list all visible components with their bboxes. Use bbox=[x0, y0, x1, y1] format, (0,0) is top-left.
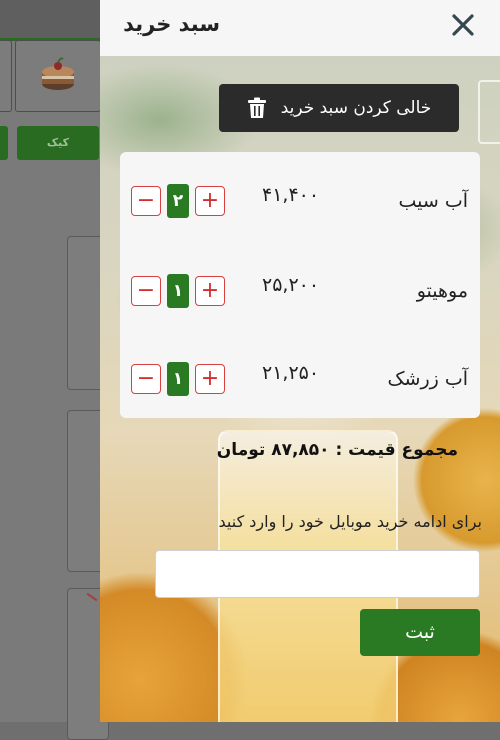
background-header bbox=[0, 0, 105, 41]
phone-prompt: برای ادامه خرید موبایل خود را وارد کنید bbox=[218, 512, 482, 531]
increase-quantity-button[interactable]: + bbox=[195, 364, 225, 394]
cart-items-card: آب سیب ۴۱,۴۰۰ − ۲ + موهیتو ۲۵,۲۰۰ − ۱ + … bbox=[120, 152, 480, 418]
cart-item-row: آب زرشک ۲۱,۲۵۰ − ۱ + bbox=[120, 362, 480, 402]
background-category-tile[interactable] bbox=[0, 40, 12, 112]
drawer-header: سبد خرید bbox=[100, 0, 500, 56]
background-category-chip[interactable] bbox=[0, 126, 8, 160]
close-icon[interactable] bbox=[450, 12, 476, 38]
item-price: ۴۱,۴۰۰ bbox=[262, 184, 320, 206]
item-price: ۲۵,۲۰۰ bbox=[262, 274, 320, 296]
mobile-number-input[interactable] bbox=[155, 550, 480, 598]
cart-title: سبد خرید bbox=[123, 12, 220, 36]
decrease-quantity-button[interactable]: − bbox=[131, 364, 161, 394]
increase-quantity-button[interactable]: + bbox=[195, 276, 225, 306]
item-name: موهیتو bbox=[416, 280, 468, 302]
background-category-chip[interactable]: کیک bbox=[17, 126, 99, 160]
glass-decoration bbox=[478, 80, 500, 144]
submit-button[interactable]: ثبت bbox=[360, 609, 480, 656]
increase-quantity-button[interactable]: + bbox=[195, 186, 225, 216]
cart-drawer: سبد خرید خالی کردن سبد خرید آب سیب ۴۱,۴۰… bbox=[100, 0, 500, 722]
cart-item-row: موهیتو ۲۵,۲۰۰ − ۱ + bbox=[120, 274, 480, 314]
item-price: ۲۱,۲۵۰ bbox=[262, 362, 320, 384]
decrease-quantity-button[interactable]: − bbox=[131, 186, 161, 216]
quantity-badge: ۱ bbox=[167, 274, 189, 308]
cake-icon bbox=[42, 57, 74, 90]
item-name: آب سیب bbox=[398, 190, 468, 212]
quantity-badge: ۲ bbox=[167, 184, 189, 218]
item-name: آب زرشک bbox=[387, 368, 468, 390]
trash-icon bbox=[247, 97, 266, 118]
cart-item-row: آب سیب ۴۱,۴۰۰ − ۲ + bbox=[120, 184, 480, 224]
cart-total: مجموع قیمت : ۸۷,۸۵۰ تومان bbox=[216, 440, 458, 460]
clear-cart-label: خالی کردن سبد خرید bbox=[280, 98, 432, 118]
decrease-quantity-button[interactable]: − bbox=[131, 276, 161, 306]
quantity-badge: ۱ bbox=[167, 362, 189, 396]
clear-cart-button[interactable]: خالی کردن سبد خرید bbox=[219, 84, 459, 132]
